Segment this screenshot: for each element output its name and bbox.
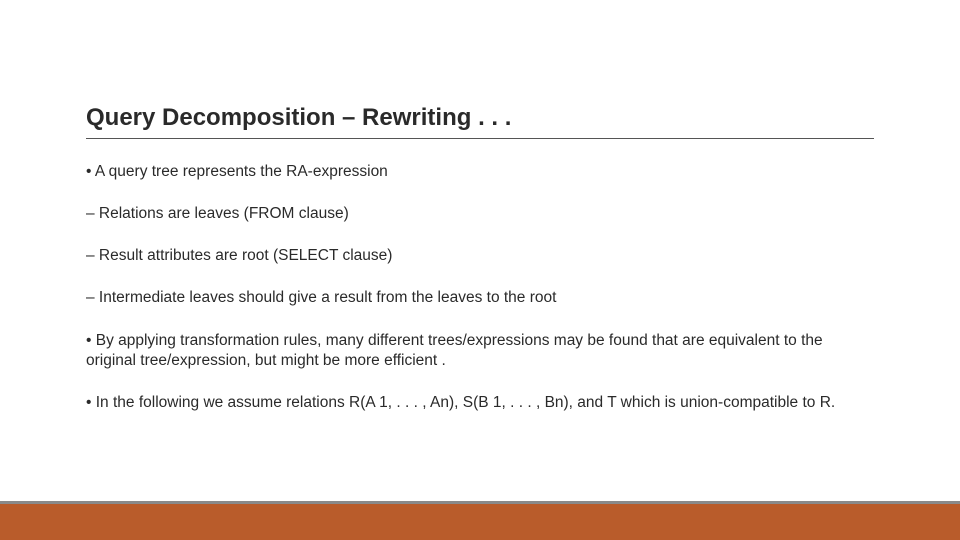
slide-body: • A query tree represents the RA-express… [86, 162, 874, 435]
slide-title: Query Decomposition – Rewriting . . . [86, 104, 874, 139]
bullet-item: – Result attributes are root (SELECT cla… [86, 246, 874, 266]
bullet-item: • By applying transformation rules, many… [86, 331, 874, 371]
slide: Query Decomposition – Rewriting . . . • … [0, 0, 960, 540]
bullet-item: – Intermediate leaves should give a resu… [86, 288, 874, 308]
bullet-item: • A query tree represents the RA-express… [86, 162, 874, 182]
footer-bar [0, 504, 960, 540]
bullet-item: • In the following we assume relations R… [86, 393, 874, 413]
bullet-item: – Relations are leaves (FROM clause) [86, 204, 874, 224]
